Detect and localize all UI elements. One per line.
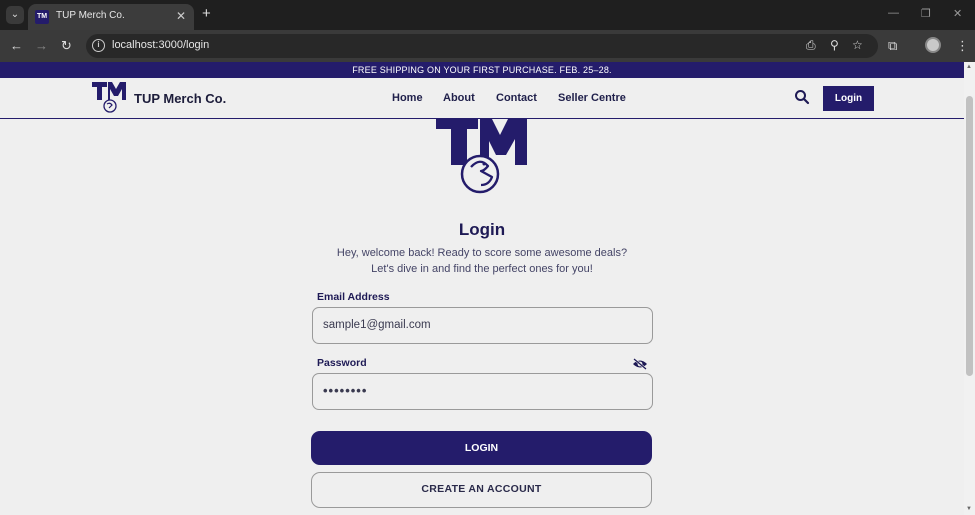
nav-seller-centre[interactable]: Seller Centre bbox=[558, 92, 626, 104]
browser-tabbar: ⌄ TM TUP Merch Co. ✕ + — ❐ ✕ bbox=[0, 0, 975, 30]
eye-off-icon[interactable] bbox=[632, 358, 648, 370]
restore-icon[interactable]: ❐ bbox=[921, 7, 931, 20]
password-field[interactable]: •••••••• bbox=[312, 373, 653, 410]
tab-favicon-icon: TM bbox=[35, 10, 49, 24]
password-label: Password bbox=[317, 357, 367, 369]
nav-home[interactable]: Home bbox=[392, 92, 423, 104]
extensions-puzzle-icon[interactable]: ⧉ bbox=[888, 38, 897, 54]
nav-login-button[interactable]: Login bbox=[823, 86, 874, 111]
tab-list-chevron-icon[interactable]: ⌄ bbox=[6, 6, 24, 24]
browser-tab[interactable]: TM TUP Merch Co. ✕ bbox=[28, 4, 194, 30]
login-title: Login bbox=[458, 220, 506, 239]
scroll-up-arrow-icon[interactable]: ▲ bbox=[966, 64, 972, 70]
tm-logo-icon[interactable] bbox=[92, 82, 128, 114]
search-icon[interactable] bbox=[794, 89, 810, 105]
brand-name[interactable]: TUP Merch Co. bbox=[134, 91, 226, 106]
url-text[interactable]: localhost:3000/login bbox=[112, 39, 209, 51]
page-scrollbar[interactable]: ▲ ▼ bbox=[964, 62, 975, 515]
back-arrow-icon[interactable]: ← bbox=[10, 38, 23, 54]
browser-toolbar: ← → ↻ i localhost:3000/login ⎙ ⚲ ☆ ⧉ ⋮ bbox=[0, 30, 975, 62]
minimize-icon[interactable]: — bbox=[888, 7, 899, 19]
nav-contact[interactable]: Contact bbox=[496, 92, 537, 104]
hero-logo-icon bbox=[436, 119, 527, 194]
close-window-icon[interactable]: ✕ bbox=[953, 7, 962, 20]
email-label: Email Address bbox=[317, 291, 390, 303]
nav-about[interactable]: About bbox=[443, 92, 475, 104]
scroll-thumb[interactable] bbox=[966, 96, 973, 376]
email-field[interactable]: sample1@gmail.com bbox=[312, 307, 653, 344]
tab-close-icon[interactable]: ✕ bbox=[176, 9, 186, 23]
promo-banner: FREE SHIPPING ON YOUR FIRST PURCHASE. FE… bbox=[0, 62, 964, 78]
forward-arrow-icon[interactable]: → bbox=[35, 38, 48, 54]
install-app-icon[interactable]: ⎙ bbox=[806, 38, 816, 53]
login-button[interactable]: LOGIN bbox=[311, 431, 652, 465]
tab-title: TUP Merch Co. bbox=[56, 10, 125, 21]
login-subtitle: Hey, welcome back! Ready to score some a… bbox=[336, 247, 628, 275]
scroll-down-arrow-icon[interactable]: ▼ bbox=[966, 506, 972, 512]
profile-avatar[interactable] bbox=[925, 37, 941, 53]
reload-icon[interactable]: ↻ bbox=[61, 38, 72, 54]
zoom-icon[interactable]: ⚲ bbox=[830, 38, 839, 52]
address-bar[interactable]: i localhost:3000/login ⎙ ⚲ ☆ bbox=[86, 34, 878, 58]
site-info-icon[interactable]: i bbox=[92, 39, 105, 52]
more-menu-icon[interactable]: ⋮ bbox=[956, 38, 969, 54]
page-viewport: FREE SHIPPING ON YOUR FIRST PURCHASE. FE… bbox=[0, 62, 964, 515]
create-account-button[interactable]: CREATE AN ACCOUNT bbox=[311, 472, 652, 508]
bookmark-star-icon[interactable]: ☆ bbox=[852, 38, 863, 52]
new-tab-button[interactable]: + bbox=[202, 6, 211, 22]
site-navbar: TUP Merch Co. Home About Contact Seller … bbox=[0, 78, 964, 119]
